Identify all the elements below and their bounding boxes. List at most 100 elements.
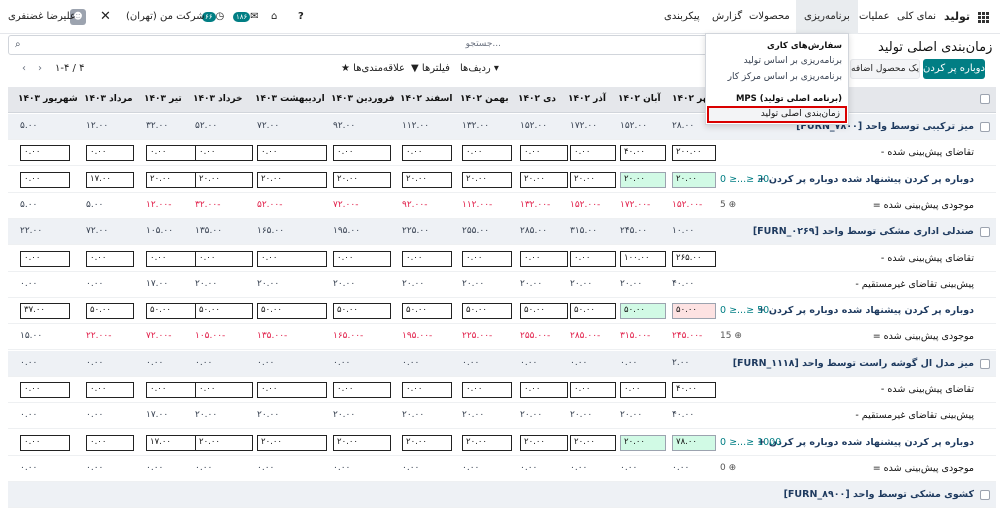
pager-prev-icon[interactable]: ‹: [22, 60, 26, 78]
forecast-input[interactable]: ۲۰۰.۰۰: [672, 145, 716, 162]
replenish-input[interactable]: ۳۷.۰۰: [20, 303, 70, 320]
replenish-input[interactable]: ۵۰.۰۰: [570, 303, 616, 320]
forecast-input[interactable]: ۰.۰۰: [146, 145, 196, 162]
forecast-input[interactable]: ۲۶۵.۰۰: [672, 250, 716, 267]
pager-next-icon[interactable]: ›: [38, 60, 42, 78]
replenish-input[interactable]: ۲۰.۰۰: [195, 171, 253, 188]
replenish-input[interactable]: ۲۰.۰۰: [146, 171, 196, 188]
pager-value[interactable]: ۱-۴ / ۴: [55, 60, 84, 78]
replenish-input[interactable]: ۲۰.۰۰: [570, 171, 616, 188]
replenish-input[interactable]: ۵۰.۰۰: [257, 303, 327, 320]
min-max-replenish[interactable]: 0 ≥...≥ 1000: [720, 437, 781, 448]
replenish-input[interactable]: ۲۰.۰۰: [620, 434, 666, 451]
replenish-input[interactable]: ۲۰.۰۰: [672, 171, 716, 188]
forecast-input[interactable]: ۰.۰۰: [146, 382, 196, 398]
forecast-input[interactable]: ۰.۰۰: [620, 382, 666, 398]
row-checkbox[interactable]: [980, 358, 990, 369]
product-link[interactable]: [FURN_۱۱۱۸] میز مدل ال گوشه راست توسط وا…: [733, 358, 974, 369]
user-name[interactable]: علیرضا غضنفری: [8, 0, 76, 34]
forecast-input[interactable]: ۰.۰۰: [402, 145, 452, 162]
menu-planning[interactable]: برنامه‌ریزی: [796, 0, 858, 34]
replenish-input[interactable]: ۷۸.۰۰: [672, 434, 716, 451]
company-switcher[interactable]: شرکت من (تهران): [126, 0, 205, 34]
forecast-input[interactable]: ۰.۰۰: [86, 145, 134, 162]
replenish-input[interactable]: ۲۰.۰۰: [257, 434, 327, 451]
product-link[interactable]: [FURN_۸۹۰۰] کشوی مشکی توسط واحد: [784, 489, 974, 500]
replenish-input[interactable]: ۵۰.۰۰: [333, 303, 391, 320]
replenish-input[interactable]: ۵۰.۰۰: [520, 303, 568, 320]
menu-overview[interactable]: نمای کلی: [897, 0, 936, 34]
row-checkbox[interactable]: [980, 122, 990, 132]
messages-icon[interactable]: ۱۸۶ ✉: [233, 0, 259, 34]
replenish-input[interactable]: ۵۰.۰۰: [462, 303, 512, 320]
forecast-input[interactable]: ۰.۰۰: [570, 145, 616, 162]
replenish-input[interactable]: ۵۰.۰۰: [402, 303, 452, 320]
forecast-input[interactable]: ۰.۰۰: [333, 382, 391, 398]
replenish-input[interactable]: ۲۰.۰۰: [462, 434, 512, 451]
replenish-input[interactable]: ۰.۰۰: [86, 434, 134, 451]
forecast-input[interactable]: ۴۰.۰۰: [672, 382, 716, 398]
forecast-input[interactable]: ۰.۰۰: [257, 250, 327, 267]
forecast-input[interactable]: ۰.۰۰: [20, 382, 70, 398]
forecast-input[interactable]: ۰.۰۰: [86, 382, 134, 398]
replenish-input[interactable]: ۲۰.۰۰: [462, 171, 512, 188]
replenish-input[interactable]: ۰.۰۰: [20, 434, 70, 451]
forecast-input[interactable]: ۰.۰۰: [195, 250, 253, 267]
replenish-input[interactable]: ۲۰.۰۰: [195, 434, 253, 451]
row-checkbox[interactable]: [980, 227, 990, 238]
help-icon[interactable]: ?: [298, 0, 304, 34]
forecast-input[interactable]: ۰.۰۰: [257, 145, 327, 162]
replenish-input[interactable]: ۱۷.۰۰: [146, 434, 196, 451]
replenish-button[interactable]: دوباره پر کردن: [923, 59, 985, 79]
forecast-input[interactable]: ۴۰.۰۰: [620, 145, 666, 162]
replenish-input[interactable]: ۵۰.۰۰: [146, 303, 196, 320]
replenish-input[interactable]: ۲۰.۰۰: [257, 171, 327, 188]
replenish-input[interactable]: ۰.۰۰: [20, 171, 70, 188]
replenish-input[interactable]: ۲۰.۰۰: [570, 434, 616, 451]
dropdown-item-plan-by-workcenter[interactable]: برنامه‌ریزی بر اساس مرکز کار: [728, 72, 842, 82]
forecast-input[interactable]: ۰.۰۰: [520, 145, 568, 162]
replenish-input[interactable]: ۵۰.۰۰: [672, 303, 716, 320]
forecast-input[interactable]: ۰.۰۰: [195, 145, 253, 162]
app-name[interactable]: تولید: [944, 0, 970, 34]
forecast-input[interactable]: ۰.۰۰: [257, 382, 327, 398]
replenish-input[interactable]: ۲۰.۰۰: [402, 434, 452, 451]
row-checkbox[interactable]: [980, 490, 990, 501]
forecast-input[interactable]: ۰.۰۰: [520, 250, 568, 267]
forecast-input[interactable]: ۰.۰۰: [146, 250, 196, 267]
dropdown-item-mps[interactable]: زمان‌بندی اصلی تولید: [707, 106, 847, 123]
replenish-input[interactable]: ۲۰.۰۰: [520, 434, 568, 451]
rows-toggle[interactable]: ردیف‌ها ▾: [460, 60, 499, 78]
forecast-input[interactable]: ۰.۰۰: [402, 250, 452, 267]
replenish-input[interactable]: ۵۰.۰۰: [620, 303, 666, 320]
menu-products[interactable]: محصولات: [749, 0, 790, 34]
forecast-input[interactable]: ۰.۰۰: [333, 250, 391, 267]
product-link[interactable]: [FURN_۰۲۶۹] صندلی اداری مشکی توسط واحد: [753, 226, 974, 237]
replenish-input[interactable]: ۲۰.۰۰: [333, 171, 391, 188]
replenish-input[interactable]: ۲۰.۰۰: [520, 171, 568, 188]
favorites-toggle[interactable]: ★ علاقه‌مندی‌ها: [341, 60, 405, 78]
activity-icon[interactable]: ۶۶ ◷: [202, 0, 224, 34]
search-input[interactable]: ⌕ جستجو...: [8, 35, 764, 55]
replenish-input[interactable]: ۲۰.۰۰: [402, 171, 452, 188]
replenish-input[interactable]: ۱۷.۰۰: [86, 171, 134, 188]
tools-icon[interactable]: ✕: [100, 0, 111, 34]
forecast-input[interactable]: ۰.۰۰: [20, 145, 70, 162]
forecast-input[interactable]: ۰.۰۰: [20, 250, 70, 267]
replenish-input[interactable]: ۵۰.۰۰: [195, 303, 253, 320]
forecast-input[interactable]: ۰.۰۰: [570, 382, 616, 398]
menu-reporting[interactable]: گزارش: [712, 0, 742, 34]
replenish-input[interactable]: ۲۰.۰۰: [333, 434, 391, 451]
forecast-input[interactable]: ۰.۰۰: [462, 250, 512, 267]
bank-icon[interactable]: ⌂: [271, 0, 277, 34]
forecast-input[interactable]: ۰.۰۰: [402, 382, 452, 398]
apps-menu-icon[interactable]: [978, 12, 989, 23]
add-product-button[interactable]: یک محصول اضافه: [850, 59, 920, 79]
forecast-input[interactable]: ۰.۰۰: [462, 145, 512, 162]
menu-configuration[interactable]: پیکربندی: [664, 0, 700, 34]
min-max-replenish[interactable]: 0 ≥...≥ 20: [720, 174, 769, 185]
forecast-input[interactable]: ۱۰۰.۰۰: [620, 250, 666, 267]
min-max-replenish[interactable]: 0 ≥...≥ 50: [720, 305, 769, 316]
forecast-input[interactable]: ۰.۰۰: [195, 382, 253, 398]
forecast-input[interactable]: ۰.۰۰: [333, 145, 391, 162]
